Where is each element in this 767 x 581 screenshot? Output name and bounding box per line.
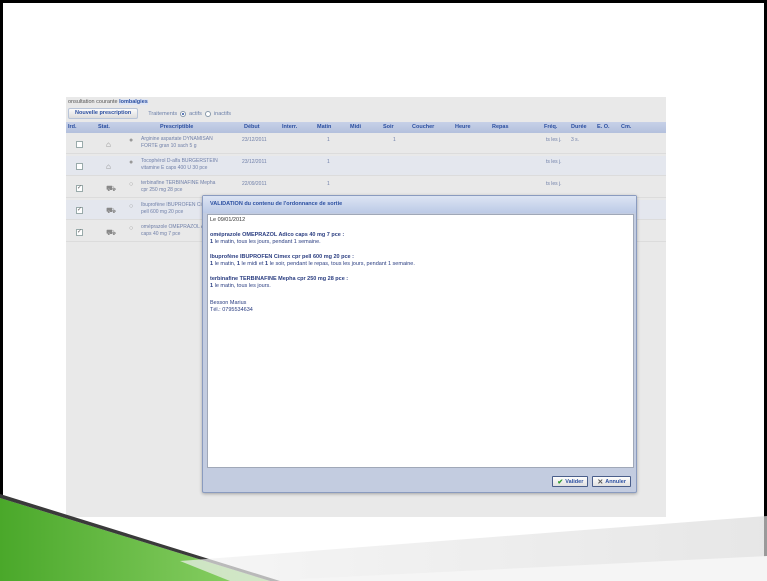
active-radio[interactable]	[180, 110, 187, 117]
pill-icon: ○	[129, 225, 134, 232]
col-ird[interactable]: Ird.	[68, 124, 77, 130]
prescription-entry: terbinafine TERBINAFINE Mepha cpr 250 mg…	[210, 276, 631, 290]
row-debut: 23/12/2011	[242, 137, 267, 143]
prescription-preview[interactable]: Le 09/01/2012 oméprazole OMEPRAZOL Adico…	[207, 214, 634, 468]
row-checkbox[interactable]	[76, 163, 83, 170]
cart-icon: ⛟	[106, 206, 117, 215]
row-soir: 1	[393, 137, 396, 143]
signature-name: Besson Marius	[210, 300, 247, 306]
col-cm[interactable]: Cm.	[621, 124, 631, 130]
pill-icon: ●	[129, 137, 134, 144]
row-prescriptible: terbinafine TERBINAFINE Mepha cpr 250 mg…	[141, 180, 216, 193]
new-prescription-button[interactable]: Nouvelle prescription	[68, 108, 139, 119]
dose-text: le soir, pendant le repas, tous les jour…	[268, 261, 415, 267]
prescription-entry: oméprazole OMEPRAZOL Adico caps 40 mg 7 …	[210, 232, 631, 246]
row-debut: 22/09/2011	[242, 181, 267, 187]
house-icon: ⌂	[106, 162, 111, 171]
col-freq[interactable]: Fréq.	[544, 124, 557, 130]
row-prescriptible: Arginine aspartate DYNAMISAN FORTE gran …	[141, 136, 213, 149]
col-heure[interactable]: Heure	[455, 124, 471, 130]
col-prescriptible[interactable]: Prescriptible	[160, 124, 193, 130]
entry-dose: 1 le matin, tous les jours, pendant 1 se…	[210, 239, 631, 246]
table-row[interactable]: ⌂ ● Tocophérol D-alfa BURGERSTEIN vitami…	[66, 156, 666, 176]
inactive-label: inactifs	[213, 110, 232, 117]
col-midi[interactable]: Midi	[350, 124, 361, 130]
col-matin[interactable]: Matin	[317, 124, 331, 130]
entry-dose: 1 le matin, 1 le midi et 1 le soir, pend…	[210, 261, 631, 268]
entry-drug: Ibuprofène IBUPROFEN Cimex cpr pell 600 …	[210, 254, 354, 260]
prescription-entry: Ibuprofène IBUPROFEN Cimex cpr pell 600 …	[210, 254, 631, 268]
slide-decoration	[0, 494, 767, 581]
dose-text: le matin,	[213, 261, 237, 267]
row-freq: ts les j.	[546, 159, 562, 165]
signature: Besson Marius Tél.: 0795534634	[210, 300, 631, 314]
cart-icon: ⛟	[106, 228, 117, 237]
row-prescriptible: Tocophérol D-alfa BURGERSTEIN vitamine E…	[141, 158, 218, 171]
row-freq: ts les j.	[546, 181, 562, 187]
col-debut[interactable]: Début	[244, 124, 260, 130]
prescription-date: Le 09/01/2012	[210, 217, 246, 223]
row-debut: 23/12/2011	[242, 159, 267, 165]
row-checkbox-checked[interactable]: ✓	[76, 207, 83, 214]
row-matin: 1	[327, 137, 330, 143]
consultation-context: onsultation courante lombalgies	[66, 97, 666, 107]
entry-dose: 1 le matin, tous les jours.	[210, 283, 631, 290]
row-checkbox[interactable]	[76, 141, 83, 148]
toolbar: Nouvelle prescription Traitements actifs…	[66, 107, 666, 120]
row-matin: 1	[327, 159, 330, 165]
pill-icon: ●	[129, 159, 134, 166]
col-coucher[interactable]: Coucher	[412, 124, 434, 130]
treatments-filter: Traitements actifs inactifs	[148, 110, 232, 117]
active-label: actifs	[189, 110, 202, 117]
col-soir[interactable]: Soir	[383, 124, 394, 130]
signature-tel: Tél.: 0795534634	[210, 307, 253, 313]
pill-icon: ○	[129, 181, 134, 188]
col-duree[interactable]: Durée	[571, 124, 587, 130]
dialog-title[interactable]: VALIDATION du contenu de l'ordonnance de…	[203, 196, 636, 213]
col-repas[interactable]: Repas	[492, 124, 509, 130]
pill-icon: ○	[129, 203, 134, 210]
entry-drug: oméprazole OMEPRAZOL Adico caps 40 mg 7 …	[210, 232, 345, 238]
treatments-label: Traitements	[148, 110, 178, 117]
row-matin: 1	[327, 181, 330, 187]
row-duree: 3 s.	[571, 137, 580, 143]
row-checkbox-checked[interactable]: ✓	[76, 229, 83, 236]
house-icon: ⌂	[106, 140, 111, 149]
row-freq: ts les j.	[546, 137, 562, 143]
row-checkbox-checked[interactable]: ✓	[76, 185, 83, 192]
dose-text: le matin, tous les jours.	[213, 283, 271, 289]
entry-drug: terbinafine TERBINAFINE Mepha cpr 250 mg…	[210, 276, 349, 282]
context-label: onsultation courante	[68, 99, 118, 105]
col-interr[interactable]: Interr.	[282, 124, 297, 130]
grid-header: Ird. Stat. Prescriptible Début Interr. M…	[66, 122, 666, 133]
cart-icon: ⛟	[106, 184, 117, 193]
validation-dialog: VALIDATION du contenu de l'ordonnance de…	[202, 195, 637, 493]
context-value: lombalgies	[119, 99, 148, 105]
col-eo[interactable]: E. O.	[597, 124, 610, 130]
col-stat[interactable]: Stat.	[98, 124, 110, 130]
dose-text: le midi et	[239, 261, 266, 267]
dose-text: le matin, tous les jours, pendant 1 sema…	[213, 239, 321, 245]
inactive-radio[interactable]	[204, 110, 211, 117]
table-row[interactable]: ⌂ ● Arginine aspartate DYNAMISAN FORTE g…	[66, 134, 666, 154]
